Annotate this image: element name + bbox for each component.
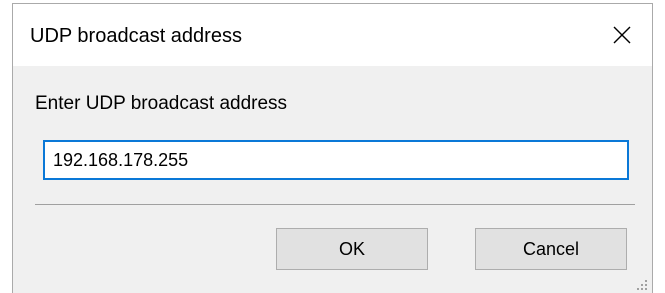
ok-button[interactable]: OK bbox=[276, 228, 428, 270]
udp-broadcast-dialog: UDP broadcast address Enter UDP broadcas… bbox=[12, 3, 653, 293]
close-button[interactable] bbox=[594, 4, 652, 66]
screen: UDP broadcast address Enter UDP broadcas… bbox=[0, 0, 665, 293]
window-title: UDP broadcast address bbox=[30, 25, 242, 47]
udp-address-input[interactable] bbox=[43, 140, 629, 180]
address-prompt-label: Enter UDP broadcast address bbox=[35, 93, 288, 114]
title-bar[interactable]: UDP broadcast address bbox=[13, 4, 652, 66]
divider bbox=[35, 204, 635, 205]
close-icon bbox=[613, 26, 631, 44]
cancel-button[interactable]: Cancel bbox=[475, 228, 627, 270]
resize-grip-icon[interactable] bbox=[634, 277, 648, 291]
